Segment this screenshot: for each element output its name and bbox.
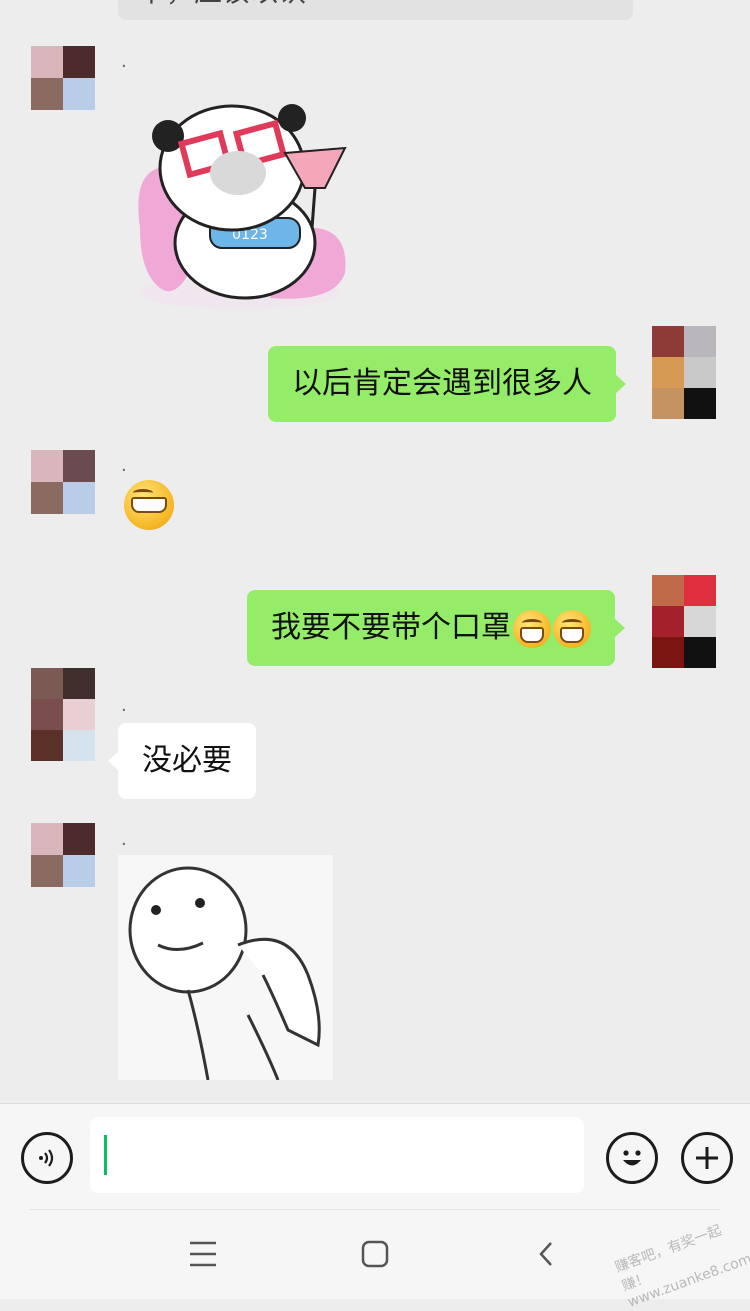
text-caret xyxy=(104,1135,107,1175)
message-bubble-other[interactable]: 没必要 xyxy=(108,723,256,799)
sender-name: . xyxy=(121,695,127,716)
contact-avatar[interactable] xyxy=(31,450,95,514)
menu-icon[interactable] xyxy=(188,1240,218,1268)
grin-emoji[interactable] xyxy=(122,480,174,530)
sender-name: . xyxy=(121,829,127,850)
emoji-icon[interactable] xyxy=(606,1132,658,1184)
meme-face-sticker[interactable] xyxy=(118,855,333,1081)
grin-emoji xyxy=(513,609,551,648)
home-icon[interactable] xyxy=(361,1240,389,1268)
message-text: 没必要 xyxy=(142,743,232,778)
my-avatar[interactable] xyxy=(652,575,716,668)
message-bubble-self[interactable]: 我要不要带个口罩 xyxy=(247,590,625,666)
message-text: 以后肯定会遇到很多人 xyxy=(292,366,592,401)
divider xyxy=(30,1209,720,1210)
panda-sunglasses-sticker[interactable]: 0123 xyxy=(120,98,350,313)
partial-message-bubble[interactable]: 下，应该以认 xyxy=(118,0,633,20)
bubble-tail xyxy=(614,618,625,638)
sender-name: . xyxy=(121,51,127,72)
bubble-tail xyxy=(108,751,119,771)
my-avatar[interactable] xyxy=(652,326,716,419)
add-icon[interactable] xyxy=(681,1132,733,1184)
contact-avatar[interactable] xyxy=(31,46,95,110)
back-icon[interactable] xyxy=(536,1240,556,1268)
message-bubble-self[interactable]: 以后肯定会遇到很多人 xyxy=(268,346,626,422)
message-text: 我要不要带个口罩 xyxy=(271,610,511,645)
grin-emoji xyxy=(553,609,591,648)
bubble-tail xyxy=(615,374,626,394)
message-input[interactable] xyxy=(90,1117,584,1193)
voice-icon[interactable] xyxy=(21,1132,73,1184)
contact-avatar[interactable] xyxy=(31,668,95,761)
sender-name: . xyxy=(121,455,127,476)
contact-avatar[interactable] xyxy=(31,823,95,887)
partial-message-text: 下，应该以认 xyxy=(138,0,306,10)
